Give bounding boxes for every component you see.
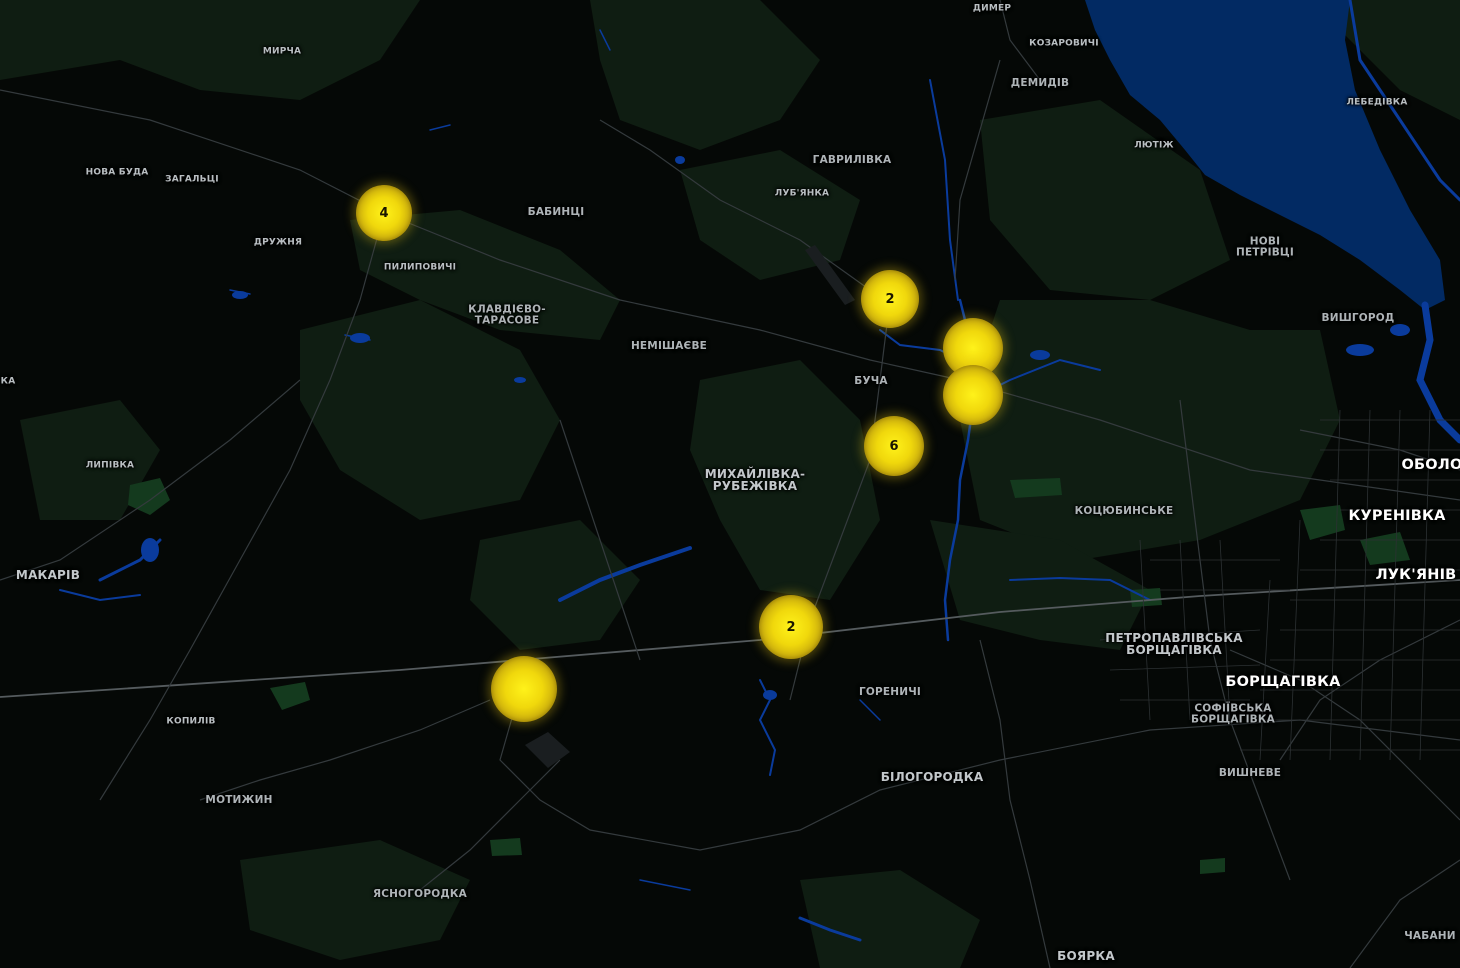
cluster-count: 6 xyxy=(889,438,899,454)
place-label: ВИШНЕВЕ xyxy=(1218,766,1282,779)
cluster-count: 2 xyxy=(885,291,895,307)
place-label: ДРУЖНЯ xyxy=(253,237,303,248)
place-label: КОЦЮБИНСЬКЕ xyxy=(1074,504,1174,517)
place-label: МИРЧА xyxy=(262,46,302,57)
place-label: ЗАГАЛЬЦІ xyxy=(165,174,219,185)
place-label: ПИЛИПОВИЧІ xyxy=(383,262,457,273)
place-label: БАБИНЦІ xyxy=(527,205,585,218)
place-label: ДИМЕР xyxy=(972,3,1012,14)
place-label: ГАВРИЛІВКА xyxy=(812,153,892,166)
place-label: ЛЕБЕДІВКА xyxy=(1346,97,1408,108)
place-label: ПЕТРОПАВЛІВСЬКА БОРЩАГІВКА xyxy=(1105,631,1243,657)
place-label: ЛИПІВКА xyxy=(85,460,135,471)
place-label: БУЧА xyxy=(854,374,888,387)
place-label: ЧАБАНИ xyxy=(1404,929,1456,942)
place-label: БОЯРКА xyxy=(1057,949,1115,963)
map-canvas[interactable]: ДИМЕР КОЗАРОВИЧІ ДЕМИДІВ МИРЧА ЛЕБЕДІВКА ЛЮТІ… xyxy=(0,0,1460,968)
marker-cluster[interactable]: 2 xyxy=(759,595,823,659)
place-label: ЛЮТІЖ xyxy=(1134,140,1174,151)
place-label: КОПИЛІВ xyxy=(166,716,216,727)
place-label: КУРЕНІВКА xyxy=(1348,507,1446,524)
place-label: НОВА БУДА xyxy=(85,167,149,178)
place-label: МОТИЖИН xyxy=(205,793,273,806)
place-label: ЯСНОГОРОДКА xyxy=(372,887,468,900)
place-label: ГОРЕНИЧІ xyxy=(858,685,922,698)
place-label: КА xyxy=(0,376,16,387)
place-label: КОЗАРОВИЧІ xyxy=(1029,38,1099,49)
place-label: ЛУК'ЯНІВ xyxy=(1375,566,1457,583)
cluster-count: 4 xyxy=(379,205,389,221)
place-label: МАКАРІВ xyxy=(15,568,81,582)
place-label: БОРЩАГІВКА xyxy=(1225,673,1341,690)
marker-cluster[interactable] xyxy=(943,365,1003,425)
place-label: ВИШГОРОД xyxy=(1321,311,1395,324)
place-label: ОБОЛО xyxy=(1401,456,1460,473)
marker-cluster[interactable]: 6 xyxy=(864,416,924,476)
marker-cluster[interactable]: 2 xyxy=(861,270,919,328)
place-label: НЕМІШАЄВЕ xyxy=(630,339,708,352)
place-label: СОФІЇВСЬКА БОРЩАГІВКА xyxy=(1191,702,1275,725)
place-label: МИХАЙЛІВКА- РУБЕЖІВКА xyxy=(704,467,806,493)
marker-cluster[interactable]: 4 xyxy=(356,185,412,241)
place-label: ДЕМИДІВ xyxy=(1010,76,1070,89)
cluster-count: 2 xyxy=(786,619,796,635)
place-label: ЛУБ'ЯНКА xyxy=(774,188,830,199)
place-label: КЛАВДІЄВО- ТАРАСОВЕ xyxy=(468,303,546,326)
marker-cluster[interactable] xyxy=(491,656,557,722)
place-label: НОВІ ПЕТРІВЦІ xyxy=(1236,235,1294,258)
place-label: БІЛОГОРОДКА xyxy=(880,770,984,784)
